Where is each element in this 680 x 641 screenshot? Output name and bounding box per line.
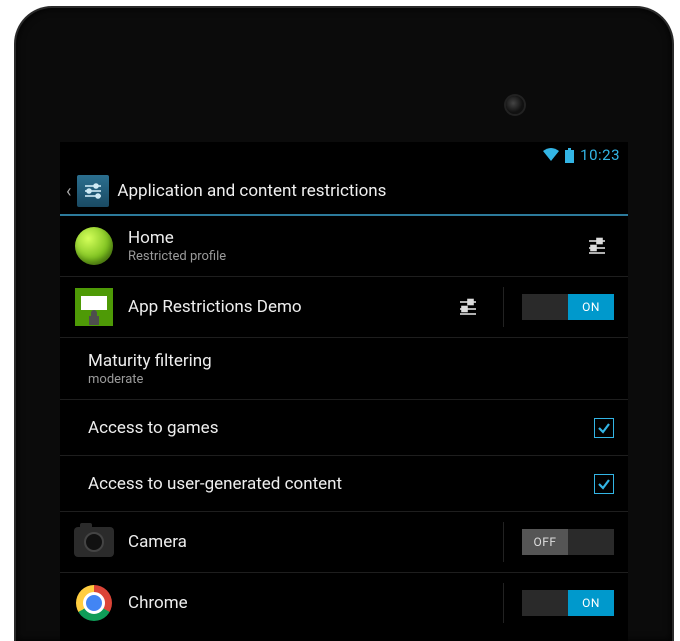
profile-subtitle: Restricted profile [128,249,572,264]
status-bar: 10:23 [60,142,628,168]
maturity-filtering-row[interactable]: Maturity filtering moderate [60,338,628,400]
maturity-value: moderate [88,372,614,387]
chrome-app-icon [74,583,114,623]
access-ugc-title: Access to user-generated content [88,474,594,494]
screen: 10:23 ‹ Application and content restrict… [60,142,628,641]
app-row-chrome[interactable]: Chrome ON [60,573,628,633]
app-toggle-chrome[interactable]: ON [522,590,614,616]
page-title: Application and content restrictions [117,181,386,201]
settings-list: Home Restricted profile [60,216,628,633]
app-row-camera[interactable]: Camera OFF [60,512,628,573]
access-ugc-row[interactable]: Access to user-generated content [60,456,628,512]
app-row-restrictions-demo[interactable]: App Restrictions Demo ON [60,277,628,338]
app-toggle-camera[interactable]: OFF [522,529,614,555]
app-toggle-restrictions-demo[interactable]: ON [522,294,614,320]
status-clock: 10:23 [580,146,620,164]
profile-settings-button[interactable] [580,229,614,263]
maturity-title: Maturity filtering [88,351,614,371]
app-name: Camera [128,532,485,552]
front-camera [506,96,524,114]
tablet-frame: 10:23 ‹ Application and content restrict… [14,6,674,641]
camera-app-icon [74,522,114,562]
profile-avatar-icon [74,226,114,266]
app-restrictions-demo-icon [74,287,114,327]
app-name: App Restrictions Demo [128,297,443,317]
app-settings-button[interactable] [451,290,485,324]
back-icon[interactable]: ‹ [66,181,71,202]
switch-label: OFF [522,529,568,555]
settings-sliders-icon [77,175,109,207]
access-ugc-checkbox[interactable] [594,474,614,494]
app-name: Chrome [128,593,485,613]
switch-label: ON [568,590,614,616]
access-games-title: Access to games [88,418,594,438]
wifi-icon [543,148,559,162]
battery-icon [565,148,574,163]
profile-name: Home [128,228,572,248]
profile-row[interactable]: Home Restricted profile [60,216,628,277]
action-bar[interactable]: ‹ Application and content restrictions [60,168,628,216]
switch-label: ON [568,294,614,320]
access-games-row[interactable]: Access to games [60,400,628,456]
access-games-checkbox[interactable] [594,418,614,438]
